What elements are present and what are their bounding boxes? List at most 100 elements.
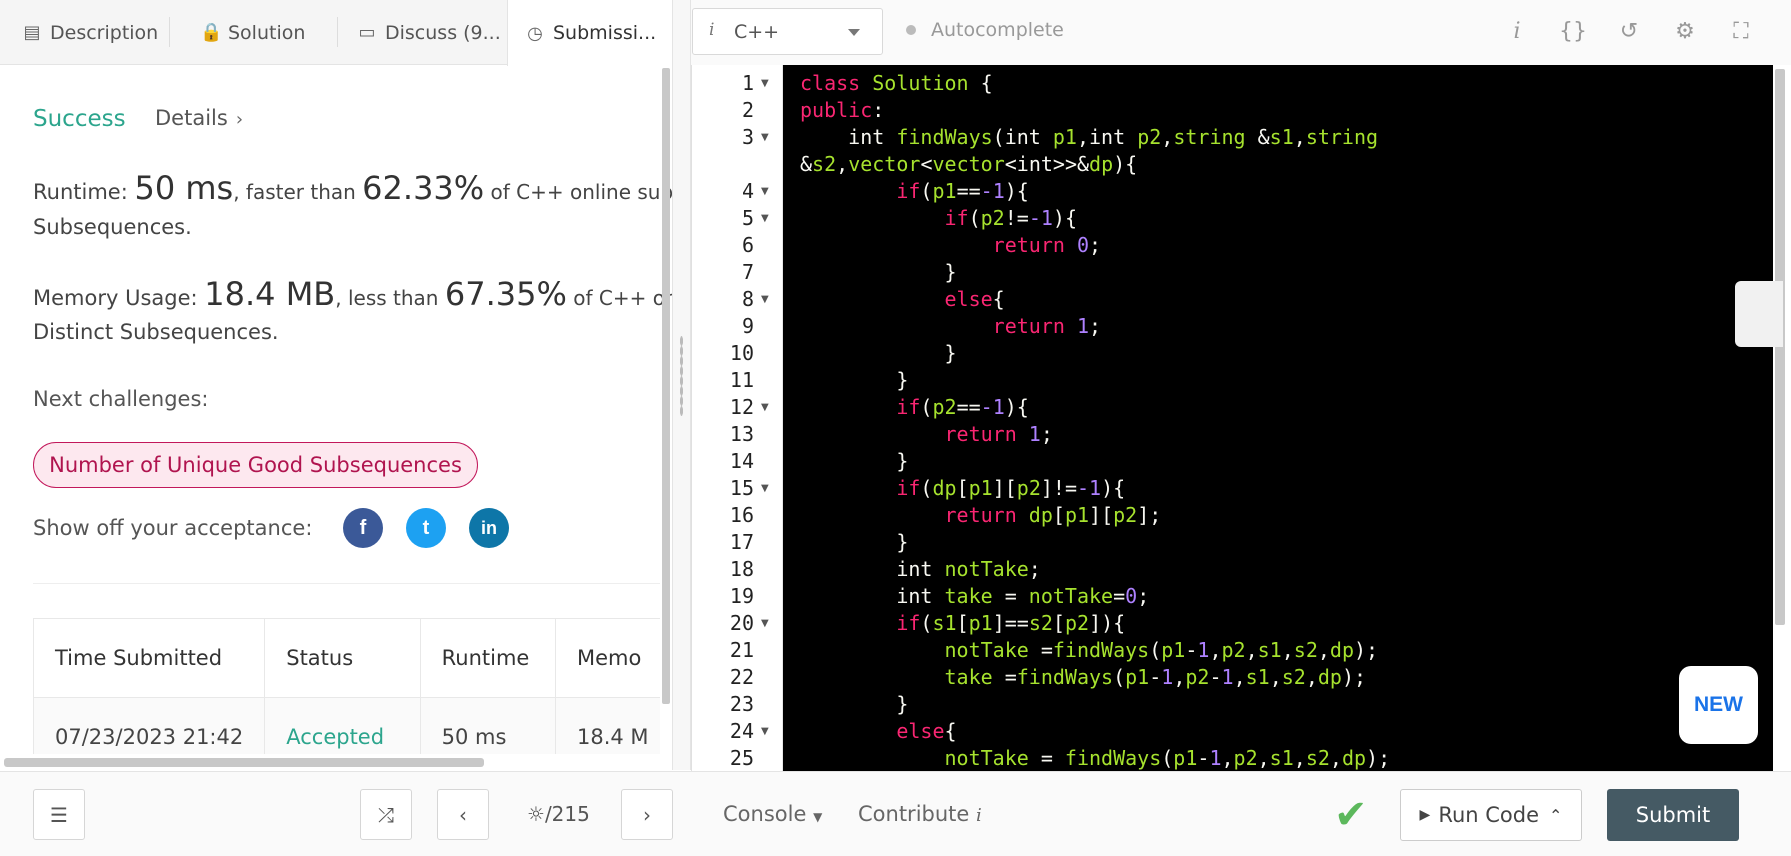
code-line[interactable]: if(p2==-1){ — [800, 394, 1029, 421]
line-number: 3 — [741, 125, 754, 149]
line-number: 21 — [729, 638, 754, 662]
table-header[interactable]: Time Submitted — [32, 618, 266, 698]
line-number: 18 — [729, 557, 754, 581]
code-line[interactable]: if(s1[p1]==s2[p2]){ — [800, 610, 1125, 637]
contribute-button[interactable]: Contribute i — [858, 802, 982, 826]
braces-icon[interactable]: {} — [1558, 16, 1588, 46]
code-line[interactable]: if(p1==-1){ — [800, 178, 1029, 205]
line-number: 19 — [729, 584, 754, 608]
table-row[interactable]: 07/23/2023 21:42 Accepted 50 ms 18.4 M — [32, 697, 660, 754]
line-number: 6 — [741, 233, 754, 257]
reset-icon[interactable]: ↺ — [1614, 16, 1644, 46]
prev-button[interactable]: ‹ — [437, 789, 489, 840]
check-icon: ✔ — [1334, 792, 1368, 838]
code-line[interactable]: notTake = findWays(p1-1,p2,s1,s2,dp); — [800, 745, 1391, 771]
code-line[interactable]: else{ — [800, 718, 956, 745]
editor-scrollbar[interactable] — [1773, 65, 1791, 771]
fullscreen-icon[interactable]: ⛶ — [1726, 16, 1756, 46]
code-editor[interactable]: class Solution {public: int findWays(int… — [783, 65, 1773, 771]
code-line[interactable]: else{ — [800, 286, 1005, 313]
code-line[interactable]: return 1; — [800, 421, 1053, 448]
fold-toggle-icon[interactable]: ▼ — [761, 124, 769, 151]
run-code-label: Run Code — [1438, 803, 1540, 827]
code-line[interactable]: &s2,vector<vector<int>>&dp){ — [800, 151, 1137, 178]
line-number: 22 — [729, 665, 754, 689]
chevron-right-icon: › — [643, 802, 651, 827]
code-line[interactable]: return dp[p1][p2]; — [800, 502, 1162, 529]
line-number: 14 — [729, 449, 754, 473]
info-icon: i — [976, 805, 982, 826]
code-line[interactable]: take =findWays(p1-1,p2-1,s1,s2,dp); — [800, 664, 1367, 691]
code-line[interactable]: class Solution { — [800, 70, 993, 97]
fold-toggle-icon[interactable]: ▼ — [761, 610, 769, 637]
code-line[interactable]: if(p2!=-1){ — [800, 205, 1078, 232]
fold-toggle-icon[interactable]: ▼ — [761, 178, 769, 205]
code-line[interactable]: } — [800, 367, 908, 394]
code-line[interactable]: } — [800, 259, 956, 286]
chevron-left-icon: ‹ — [459, 802, 467, 827]
problem-list-button[interactable]: ☰ — [33, 789, 85, 840]
info-icon[interactable]: i — [1502, 16, 1532, 46]
code-line[interactable]: notTake =findWays(p1-1,p2,s1,s2,dp); — [800, 637, 1379, 664]
language-select[interactable]: i C++ — [692, 8, 883, 55]
line-number: 9 — [741, 314, 754, 338]
table-header[interactable]: Runtime — [419, 618, 556, 698]
code-line[interactable]: public: — [800, 97, 884, 124]
fold-toggle-icon[interactable]: ▼ — [761, 286, 769, 313]
line-number: 8 — [741, 287, 754, 311]
line-number: 20 — [729, 611, 754, 635]
caret-down-icon — [848, 29, 860, 36]
chevron-up-icon: ⌃ — [1549, 805, 1563, 825]
play-icon: ▶ — [1419, 807, 1431, 823]
line-number — [692, 151, 754, 178]
language-value: C++ — [734, 21, 780, 43]
fold-toggle-icon[interactable]: ▼ — [761, 394, 769, 421]
code-line[interactable]: return 1; — [800, 313, 1101, 340]
fold-toggle-icon[interactable]: ▼ — [761, 205, 769, 232]
submissions-table: Time Submitted Status Runtime Memo 07/23… — [32, 618, 660, 754]
info-icon: i — [709, 20, 715, 40]
new-badge[interactable]: NEW — [1679, 666, 1758, 744]
code-line[interactable]: if(dp[p1][p2]!=-1){ — [800, 475, 1125, 502]
pane-splitter[interactable] — [672, 0, 691, 770]
line-number: 7 — [741, 260, 754, 284]
code-line[interactable]: } — [800, 691, 908, 718]
status-link[interactable]: Accepted — [264, 697, 421, 754]
console-label: Console — [723, 802, 807, 826]
code-line[interactable]: } — [800, 529, 908, 556]
caret-down-icon: ▼ — [813, 810, 823, 824]
table-header-row: Time Submitted Status Runtime Memo — [32, 618, 660, 698]
code-line[interactable]: int take = notTake=0; — [800, 583, 1149, 610]
autocomplete-label: Autocomplete — [931, 19, 1064, 41]
run-code-button[interactable]: ▶ Run Code ⌃ — [1400, 789, 1582, 841]
line-number: 11 — [729, 368, 754, 392]
horizontal-scrollbar[interactable] — [4, 758, 484, 767]
fold-toggle-icon[interactable]: ▼ — [761, 475, 769, 502]
vertical-scrollbar[interactable] — [662, 68, 670, 704]
side-panel-tab[interactable] — [1735, 281, 1783, 347]
settings-icon[interactable]: ⚙ — [1670, 16, 1700, 46]
fold-toggle-icon[interactable]: ▼ — [761, 718, 769, 745]
code-line[interactable]: int findWays(int p1,int p2,string &s1,st… — [800, 124, 1378, 151]
table-cell: 50 ms — [419, 697, 556, 754]
table-header[interactable]: Status — [264, 618, 421, 698]
line-number: 25 — [729, 746, 754, 770]
contribute-label: Contribute — [858, 802, 970, 826]
submit-button[interactable]: Submit — [1607, 789, 1739, 841]
line-number: 5 — [741, 206, 754, 230]
shuffle-button[interactable]: ⤮ — [360, 789, 412, 840]
line-number: 17 — [729, 530, 754, 554]
code-line[interactable]: } — [800, 448, 908, 475]
code-line[interactable]: } — [800, 340, 956, 367]
table-header[interactable]: Memo — [554, 618, 660, 698]
fold-toggle-icon[interactable]: ▼ — [761, 70, 769, 97]
console-button[interactable]: Console ▼ — [723, 802, 822, 826]
line-number: 1 — [741, 71, 754, 95]
code-line[interactable]: return 0; — [800, 232, 1101, 259]
line-number: 10 — [729, 341, 754, 365]
autocomplete-toggle[interactable]: Autocomplete — [906, 19, 1064, 41]
next-button[interactable]: › — [621, 789, 673, 840]
scroll-thumb[interactable] — [1775, 69, 1785, 625]
code-line[interactable]: int notTake; — [800, 556, 1041, 583]
list-icon: ☰ — [50, 802, 68, 827]
